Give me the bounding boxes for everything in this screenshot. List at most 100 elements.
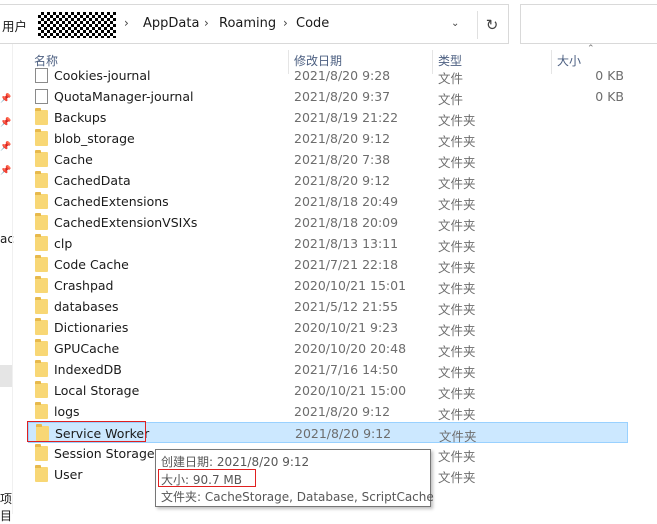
breadcrumb-user[interactable]: 用户 [2,16,27,35]
pin-icon: 📌 [0,142,12,152]
search-input[interactable] [520,4,657,44]
item-name: Crashpad [54,278,114,293]
tooltip-size: 大小: 90.7 MB [161,473,242,487]
folder-icon [35,381,48,398]
item-date: 2021/7/16 14:50 [294,362,399,377]
item-date: 2021/7/21 22:18 [294,257,399,272]
list-item[interactable]: blob_storage 2021/8/20 9:12 文件夹 [28,128,628,149]
item-type: 文件夹 [438,134,476,149]
item-name: QuotaManager-journal [54,89,194,104]
folder-icon [35,360,48,377]
nav-selected-item[interactable] [0,365,12,387]
item-size: 0 KB [595,89,624,104]
folder-icon [35,402,48,419]
list-item[interactable]: Backups 2021/8/19 21:22 文件夹 [28,107,628,128]
list-item[interactable]: QuotaManager-journal 2021/8/20 9:37 文件 0 KB [28,86,628,107]
folder-icon [35,318,48,335]
file-icon [35,89,48,104]
address-history-dropdown-icon[interactable]: ⌄ [451,18,459,29]
list-item[interactable]: Cookies-journal 2021/8/20 9:28 文件 0 KB [28,65,628,86]
list-item[interactable]: logs 2021/8/20 9:12 文件夹 [28,401,628,422]
item-type: 文件夹 [438,344,476,359]
item-date: 2021/8/19 21:22 [294,110,399,125]
item-type: 文件夹 [438,155,476,170]
item-date: 2020/10/21 15:01 [294,278,407,293]
navigation-pane: 📌 📌 📌 📌 ac 项目 [0,44,14,523]
item-name: logs [54,404,80,419]
item-name: CachedExtensions [54,194,169,209]
item-type: 文件夹 [438,176,476,191]
item-type: 文件夹 [438,218,476,233]
item-type: 文件夹 [438,407,476,422]
item-type: 文件夹 [438,470,476,485]
item-date: 2020/10/21 9:23 [294,320,399,335]
file-icon [35,68,48,83]
list-item[interactable]: clp 2021/8/13 13:11 文件夹 [28,233,628,254]
item-date: 2021/8/18 20:49 [294,194,399,209]
item-name: GPUCache [54,341,120,356]
item-date: 2021/8/18 20:09 [294,215,399,230]
list-item[interactable]: CachedData 2021/8/20 9:12 文件夹 [28,170,628,191]
breadcrumb-separator-icon[interactable]: › [124,16,129,30]
breadcrumb-appdata[interactable]: AppData [143,16,199,31]
item-name: IndexedDB [54,362,122,377]
pin-icon: 📌 [0,94,12,104]
item-name: Dictionaries [54,320,129,335]
item-date: 2021/8/20 9:12 [294,131,391,146]
list-item[interactable]: Cache 2021/8/20 7:38 文件夹 [28,149,628,170]
list-item[interactable]: CachedExtensions 2021/8/18 20:49 文件夹 [28,191,628,212]
list-item[interactable]: Crashpad 2020/10/21 15:01 文件夹 [28,275,628,296]
list-item[interactable]: Local Storage 2020/10/21 15:00 文件夹 [28,380,628,401]
item-date: 2021/8/20 9:12 [295,426,392,441]
item-count-label: 项目 [0,492,13,523]
breadcrumb-separator-icon[interactable]: › [283,16,288,30]
list-item[interactable]: databases 2021/5/12 21:55 文件夹 [28,296,628,317]
item-name: Cookies-journal [54,68,151,83]
list-item[interactable]: IndexedDB 2021/7/16 14:50 文件夹 [28,359,628,380]
item-name: databases [54,299,119,314]
list-item[interactable]: Code Cache 2021/7/21 22:18 文件夹 [28,254,628,275]
item-date: 2021/8/20 9:28 [294,68,391,83]
breadcrumb-separator-icon[interactable]: › [204,16,209,30]
breadcrumb-roaming[interactable]: Roaming [219,16,276,31]
item-name: CachedExtensionVSIXs [54,215,198,230]
pin-icon: 📌 [0,166,12,176]
sort-chevron-icon: ⌃ [587,44,595,54]
highlight-box [27,421,146,442]
folder-icon [35,255,48,272]
folder-icon [35,108,48,125]
item-name: Local Storage [54,383,140,398]
folder-info-tooltip: 创建日期: 2021/8/20 9:12 大小: 90.7 MB 文件夹: Ca… [155,449,434,507]
item-date: 2021/5/12 21:55 [294,299,399,314]
folder-icon [35,444,48,461]
address-bar[interactable]: 用户 › AppData › Roaming › Code ⌄ ↻ [0,4,509,44]
folder-icon [35,171,48,188]
redacted-username [38,12,116,38]
item-type: 文件夹 [438,323,476,338]
pane-divider[interactable] [12,44,13,514]
folder-icon [35,297,48,314]
refresh-icon[interactable]: ↻ [477,11,506,39]
item-date: 2021/8/13 13:11 [294,236,399,251]
list-item[interactable]: Dictionaries 2020/10/21 9:23 文件夹 [28,317,628,338]
item-name: clp [54,236,73,251]
breadcrumb-code[interactable]: Code [296,16,329,31]
list-item[interactable]: Service Worker 2021/8/20 9:12 文件夹 [27,421,628,444]
list-item[interactable]: GPUCache 2020/10/20 20:48 文件夹 [28,338,628,359]
item-type: 文件 [438,92,464,107]
tooltip-contents: 文件夹: CacheStorage, Database, ScriptCache [161,490,434,504]
pin-icon: 📌 [0,118,12,128]
list-item[interactable]: CachedExtensionVSIXs 2021/8/18 20:09 文件夹 [28,212,628,233]
item-type: 文件夹 [438,365,476,380]
item-name: Code Cache [54,257,129,272]
item-name: User [54,467,83,482]
folder-icon [35,234,48,251]
item-type: 文件夹 [438,197,476,212]
item-date: 2021/8/20 9:37 [294,89,391,104]
folder-icon [35,192,48,209]
tooltip-created-date: 创建日期: 2021/8/20 9:12 [161,455,310,469]
item-type: 文件 [438,71,464,86]
item-name: blob_storage [54,131,135,146]
item-size: 0 KB [595,68,624,83]
item-type: 文件夹 [438,386,476,401]
